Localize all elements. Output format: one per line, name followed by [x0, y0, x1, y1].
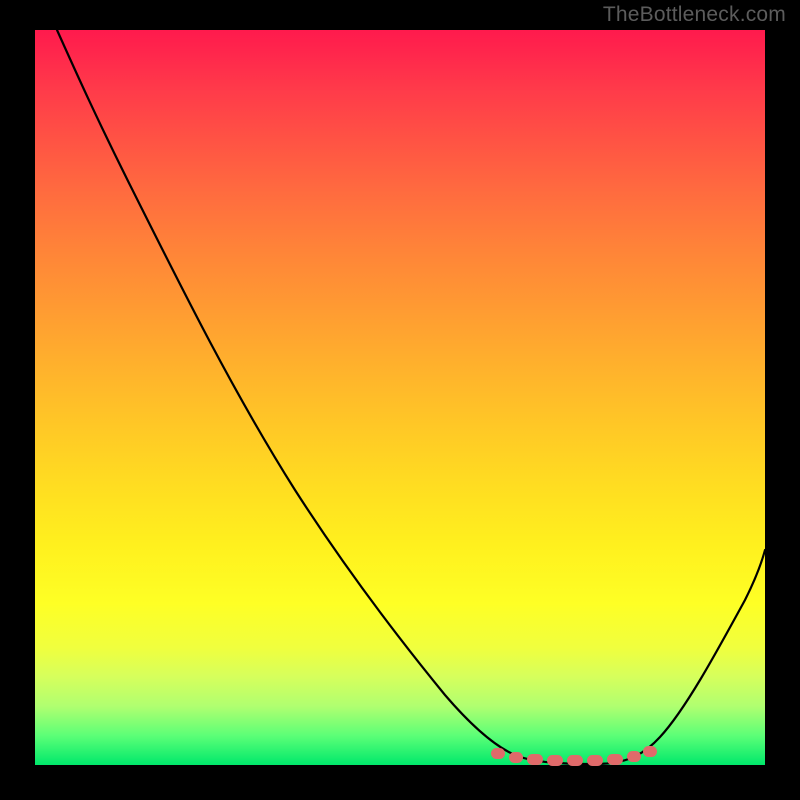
optimal-marker — [491, 748, 505, 759]
optimal-marker — [643, 746, 657, 757]
optimal-marker — [587, 755, 603, 766]
optimal-marker — [509, 752, 523, 763]
optimal-marker — [627, 751, 641, 762]
bottleneck-curve — [35, 30, 765, 765]
optimal-marker — [527, 754, 543, 765]
optimal-marker — [607, 754, 623, 765]
curve-path — [57, 30, 765, 764]
chart-frame: TheBottleneck.com — [0, 0, 800, 800]
plot-area — [35, 30, 765, 765]
optimal-marker — [547, 755, 563, 766]
watermark-text: TheBottleneck.com — [603, 3, 786, 27]
optimal-marker — [567, 755, 583, 766]
